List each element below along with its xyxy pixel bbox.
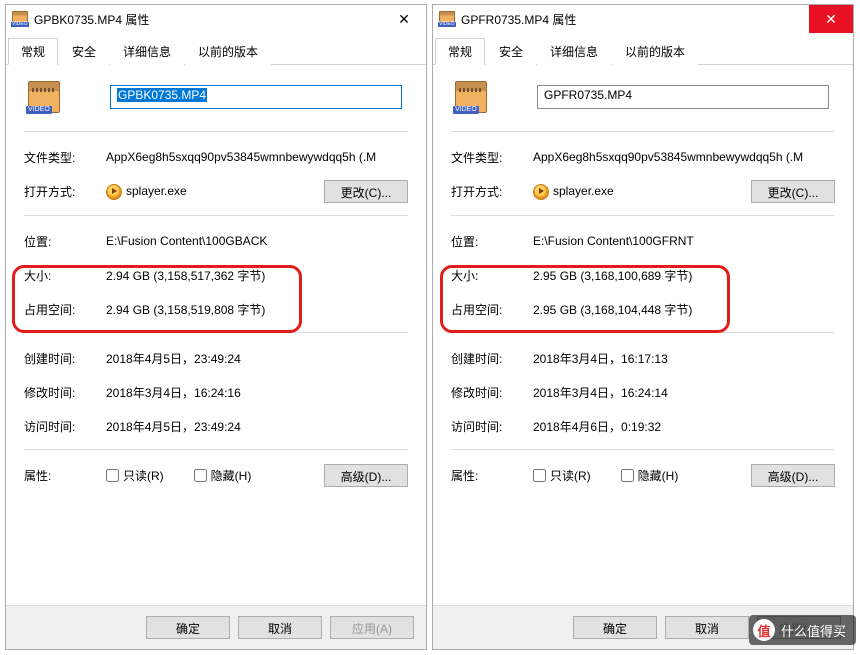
created-value: 2018年3月4日，16:17:13 [533,350,835,367]
sizeondisk-label: 占用空间: [451,301,533,318]
apply-button[interactable]: 应用(A) [330,616,414,639]
location-label: 位置: [24,233,106,250]
created-label: 创建时间: [451,350,533,367]
openwith-value: splayer.exe [533,184,751,200]
location-label: 位置: [451,233,533,250]
readonly-checkbox[interactable] [106,469,119,482]
dialog-footer: 确定 取消 应用(A) [6,605,426,649]
advanced-button[interactable]: 高级(D)... [324,464,408,487]
accessed-value: 2018年4月5日，23:49:24 [106,418,408,435]
hidden-checkbox[interactable] [621,469,634,482]
filetype-value: AppX6eg8h5sxqq90pv53845wmnbewywdqq5h (.M [106,150,408,164]
cancel-button[interactable]: 取消 [665,616,749,639]
tab-general[interactable]: 常规 [435,38,485,65]
attributes-label: 属性: [451,467,533,484]
openwith-label: 打开方式: [24,183,106,200]
sizeondisk-value: 2.94 GB (3,158,519,808 字节) [106,301,408,318]
video-file-icon-large [455,81,487,113]
window-title: GPBK0735.MP4 属性 [34,11,382,28]
general-tab-content: GPFR0735.MP4 文件类型: AppX6eg8h5sxqq90pv538… [433,65,853,507]
openwith-value: splayer.exe [106,184,324,200]
tab-strip: 常规 安全 详细信息 以前的版本 [6,33,426,65]
video-file-icon [439,11,455,27]
video-file-icon-large [28,81,60,113]
ok-button[interactable]: 确定 [573,616,657,639]
tab-security[interactable]: 安全 [59,38,109,65]
video-file-icon [12,11,28,27]
tab-previous[interactable]: 以前的版本 [612,38,698,65]
ok-button[interactable]: 确定 [146,616,230,639]
size-label: 大小: [24,267,106,284]
filetype-label: 文件类型: [451,149,533,166]
readonly-checkbox-wrap[interactable]: 只读(R) [106,467,164,484]
hidden-checkbox[interactable] [194,469,207,482]
advanced-button[interactable]: 高级(D)... [751,464,835,487]
modified-label: 修改时间: [451,384,533,401]
tab-previous[interactable]: 以前的版本 [185,38,271,65]
splayer-icon [106,184,122,200]
hidden-checkbox-wrap[interactable]: 隐藏(H) [621,467,679,484]
accessed-label: 访问时间: [451,418,533,435]
readonly-checkbox-wrap[interactable]: 只读(R) [533,467,591,484]
size-value: 2.95 GB (3,168,100,689 字节) [533,267,835,284]
tab-strip: 常规 安全 详细信息 以前的版本 [433,33,853,65]
openwith-label: 打开方式: [451,183,533,200]
location-value: E:\Fusion Content\100GBACK [106,234,408,248]
modified-value: 2018年3月4日，16:24:14 [533,384,835,401]
cancel-button[interactable]: 取消 [238,616,322,639]
hidden-checkbox-wrap[interactable]: 隐藏(H) [194,467,252,484]
filetype-label: 文件类型: [24,149,106,166]
modified-value: 2018年3月4日，16:24:16 [106,384,408,401]
change-button[interactable]: 更改(C)... [751,180,835,203]
watermark-logo-icon: 值 [753,619,775,641]
properties-dialog-right: GPFR0735.MP4 属性 ✕ 常规 安全 详细信息 以前的版本 GPFR0… [432,4,854,650]
titlebar[interactable]: GPFR0735.MP4 属性 ✕ [433,5,853,33]
window-title: GPFR0735.MP4 属性 [461,11,809,28]
filetype-value: AppX6eg8h5sxqq90pv53845wmnbewywdqq5h (.M [533,150,835,164]
splayer-icon [533,184,549,200]
sizeondisk-label: 占用空间: [24,301,106,318]
accessed-value: 2018年4月6日，0:19:32 [533,418,835,435]
location-value: E:\Fusion Content\100GFRNT [533,234,835,248]
filename-input[interactable]: GPBK0735.MP4 [110,85,402,109]
change-button[interactable]: 更改(C)... [324,180,408,203]
sizeondisk-value: 2.95 GB (3,168,104,448 字节) [533,301,835,318]
created-value: 2018年4月5日，23:49:24 [106,350,408,367]
attributes-label: 属性: [24,467,106,484]
accessed-label: 访问时间: [24,418,106,435]
watermark: 值 什么值得买 [749,615,856,645]
tab-details[interactable]: 详细信息 [537,38,611,65]
tab-details[interactable]: 详细信息 [110,38,184,65]
watermark-text: 什么值得买 [781,621,846,640]
general-tab-content: GPBK0735.MP4 文件类型: AppX6eg8h5sxqq90pv538… [6,65,426,507]
close-button[interactable]: ✕ [382,5,426,33]
readonly-checkbox[interactable] [533,469,546,482]
properties-dialog-left: GPBK0735.MP4 属性 ✕ 常规 安全 详细信息 以前的版本 GPBK0… [5,4,427,650]
modified-label: 修改时间: [24,384,106,401]
tab-security[interactable]: 安全 [486,38,536,65]
filename-input[interactable]: GPFR0735.MP4 [537,85,829,109]
tab-general[interactable]: 常规 [8,38,58,65]
created-label: 创建时间: [24,350,106,367]
size-value: 2.94 GB (3,158,517,362 字节) [106,267,408,284]
titlebar[interactable]: GPBK0735.MP4 属性 ✕ [6,5,426,33]
close-button[interactable]: ✕ [809,5,853,33]
size-label: 大小: [451,267,533,284]
